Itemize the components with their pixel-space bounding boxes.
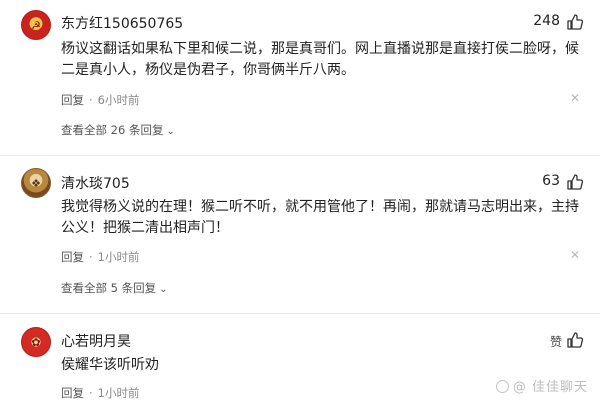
reply-button[interactable]: 回复	[61, 250, 84, 264]
thumbs-up-icon[interactable]	[566, 173, 584, 191]
avatar[interactable]: ☭	[21, 10, 51, 40]
chevron-down-icon: ⌄	[166, 126, 175, 137]
timestamp: 1小时前	[97, 250, 140, 264]
timestamp: 1小时前	[97, 386, 140, 400]
reply-button[interactable]: 回复	[61, 386, 84, 400]
view-replies-link[interactable]: 查看全部 26 条回复 ⌄	[61, 122, 175, 138]
like-label: 赞	[549, 335, 562, 349]
thumbs-up-icon[interactable]	[566, 331, 584, 349]
watermark-logo-icon	[495, 380, 509, 393]
watermark: @ 佳佳聊天	[495, 376, 588, 395]
username[interactable]: 清水琰705	[61, 173, 130, 193]
watermark-text: @ 佳佳聊天	[512, 380, 588, 395]
username[interactable]: 东方红150650765	[61, 13, 183, 33]
view-replies-link[interactable]: 查看全部 5 条回复 ⌄	[61, 280, 168, 296]
reply-button[interactable]: 回复	[61, 93, 84, 107]
avatar[interactable]: ✿	[21, 327, 51, 357]
comment-meta: 回复 · 1小时前	[61, 386, 140, 400]
avatar-emblem-icon: ✿	[31, 335, 41, 349]
close-icon[interactable]: ✕	[570, 248, 580, 262]
view-replies-label: 查看全部 26 条回复	[61, 123, 164, 137]
divider	[0, 313, 600, 314]
comment-text: 我觉得杨义说的在理！猴二听不听，就不用管他了！再闹，那就请马志明出来，主持公义！…	[61, 199, 579, 236]
chevron-down-icon: ⌄	[159, 284, 168, 295]
close-icon[interactable]: ✕	[570, 91, 580, 105]
avatar[interactable]: ❖	[21, 168, 51, 198]
comment-text: 侯耀华该听听劝	[61, 357, 159, 373]
avatar-emblem-icon: ❖	[31, 176, 41, 190]
comment-meta: 回复 · 1小时前	[61, 250, 140, 264]
thumbs-up-icon[interactable]	[566, 13, 584, 31]
divider	[0, 155, 600, 156]
comment-text: 杨议这翻话如果私下里和候二说，那是真哥们。网上直播说那是直接打侯二脸呀，候二是真…	[61, 41, 579, 78]
view-replies-label: 查看全部 5 条回复	[61, 281, 157, 295]
username[interactable]: 心若明月昊	[61, 331, 131, 351]
like-count: 248	[533, 13, 560, 29]
like-count: 63	[542, 173, 560, 189]
timestamp: 6小时前	[97, 93, 140, 107]
comment-meta: 回复 · 6小时前	[61, 93, 140, 107]
avatar-emblem-icon: ☭	[31, 18, 41, 32]
